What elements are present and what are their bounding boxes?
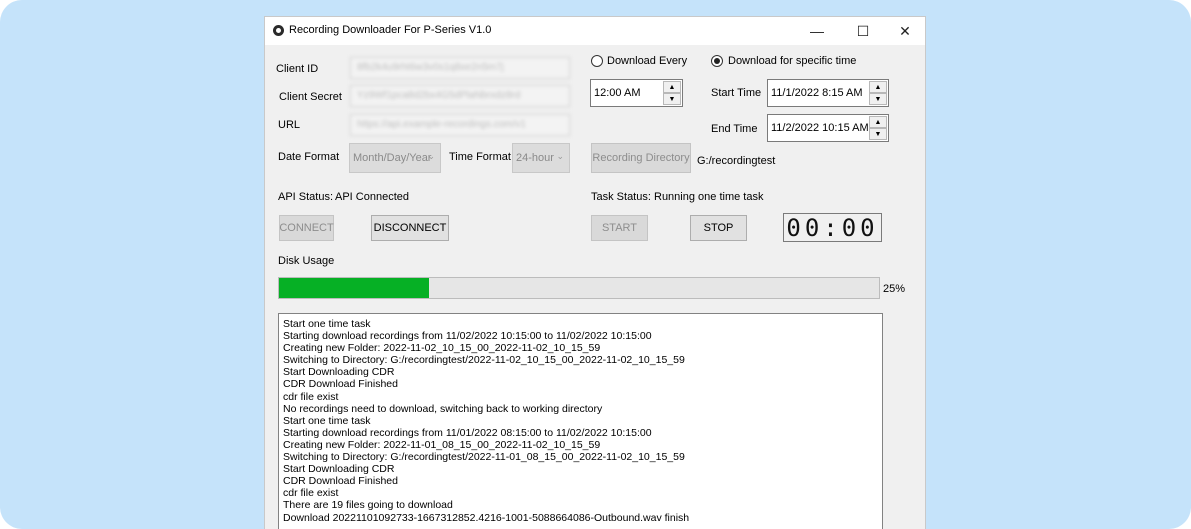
date-format-select[interactable]: Month/Day/Year ⌄ (349, 143, 441, 173)
download-every-radio[interactable] (591, 55, 603, 67)
log-line: Download 20221101092733-1667312852.4216-… (283, 511, 690, 524)
stop-button[interactable]: STOP (690, 215, 747, 241)
download-every-label[interactable]: Download Every (607, 55, 687, 67)
api-status-value: API Connected (335, 191, 409, 203)
spin-down-icon[interactable]: ▼ (869, 128, 887, 140)
log-line: Creating new Folder: 2022-11-01_08_15_00… (283, 438, 601, 451)
time-format-value: 24-hour (516, 152, 554, 164)
client-id-field[interactable]: 8fb2k4u9rht6w3v0s1q8xe2n5m7j (350, 57, 570, 79)
client-secret-field[interactable]: Yz9Wf1pca8d2bx4G5dPlaNbrxdz8rd (350, 85, 570, 107)
window-title: Recording Downloader For P-Series V1.0 (289, 24, 492, 36)
client-id-label: Client ID (276, 63, 319, 75)
log-line: Switching to Directory: G:/recordingtest… (283, 451, 685, 464)
maximize-button[interactable]: ☐ (841, 17, 885, 45)
start-button[interactable]: START (591, 215, 648, 241)
spin-down-icon[interactable]: ▼ (869, 93, 887, 105)
log-line: Start Downloading CDR (283, 366, 395, 379)
specific-time-radio[interactable] (711, 55, 723, 67)
chevron-down-icon: ⌄ (556, 151, 564, 161)
spin-up-icon[interactable]: ▲ (869, 116, 887, 128)
url-label: URL (278, 119, 301, 131)
disk-usage-progress-bar (278, 277, 880, 299)
end-time-picker[interactable]: 11/2/2022 10:15 AM ▲ ▼ (767, 114, 889, 142)
disk-usage-percent: 25% (883, 283, 906, 295)
end-time-value: 11/2/2022 10:15 AM (771, 122, 869, 134)
download-every-time-picker[interactable]: 12:00 AM ▲ ▼ (590, 79, 683, 107)
recording-directory-path: G:/recordingtest (697, 155, 776, 167)
connect-button[interactable]: CONNECT (279, 215, 334, 241)
task-status-value: Running one time task (654, 191, 764, 203)
time-format-select[interactable]: 24-hour ⌄ (512, 143, 570, 173)
api-status-label: API Status: (278, 191, 334, 203)
log-line: Start one time task (283, 318, 371, 330)
disk-usage-label: Disk Usage (278, 255, 335, 267)
log-line: Starting download recordings from 11/02/… (283, 330, 652, 343)
timer-display: 00:00 (783, 213, 882, 242)
client-secret-label: Client Secret (279, 91, 342, 103)
log-line: Start one time task (283, 414, 371, 427)
date-format-value: Month/Day/Year (353, 152, 432, 164)
log-line: No recordings need to download, switchin… (283, 402, 603, 415)
minimize-button[interactable]: — (795, 17, 839, 45)
spin-down-icon[interactable]: ▼ (663, 93, 681, 105)
url-field[interactable]: https://api.example-recordings.com/v1 (350, 114, 570, 136)
recording-directory-button[interactable]: Recording Directory (591, 143, 691, 173)
log-line: cdr file exist (283, 487, 339, 500)
start-time-picker[interactable]: 11/1/2022 8:15 AM ▲ ▼ (767, 79, 889, 107)
app-gear-icon (273, 25, 284, 36)
specific-time-label[interactable]: Download for specific time (728, 55, 856, 67)
log-line: Start Downloading CDR (283, 463, 395, 476)
title-bar: Recording Downloader For P-Series V1.0 —… (265, 17, 925, 45)
app-window: Recording Downloader For P-Series V1.0 —… (264, 16, 926, 529)
time-format-label: Time Format (449, 151, 511, 163)
start-time-label: Start Time (711, 87, 762, 99)
log-line: CDR Download Finished (283, 378, 398, 391)
end-time-label: End Time (711, 123, 758, 135)
log-line: CDR Download Finished (283, 475, 398, 488)
disk-usage-fill (279, 278, 429, 298)
spin-up-icon[interactable]: ▲ (663, 81, 681, 93)
log-line: Switching to Directory: G:/recordingtest… (283, 354, 685, 367)
date-format-label: Date Format (278, 151, 340, 163)
log-output[interactable]: Start one time task Starting download rec… (278, 313, 883, 529)
log-line: cdr file exist (283, 390, 339, 403)
background-frame: Recording Downloader For P-Series V1.0 —… (0, 0, 1191, 529)
log-line: There are 19 files going to download (283, 499, 453, 512)
log-line: Starting download recordings from 11/01/… (283, 426, 652, 439)
download-every-time-value: 12:00 AM (594, 87, 641, 99)
disconnect-button[interactable]: DISCONNECT (371, 215, 449, 241)
task-status-label: Task Status: (591, 191, 651, 203)
start-time-value: 11/1/2022 8:15 AM (771, 87, 863, 99)
spin-up-icon[interactable]: ▲ (869, 81, 887, 93)
chevron-down-icon: ⌄ (427, 151, 435, 161)
log-line: Creating new Folder: 2022-11-02_10_15_00… (283, 342, 601, 355)
close-button[interactable]: ✕ (883, 17, 925, 45)
